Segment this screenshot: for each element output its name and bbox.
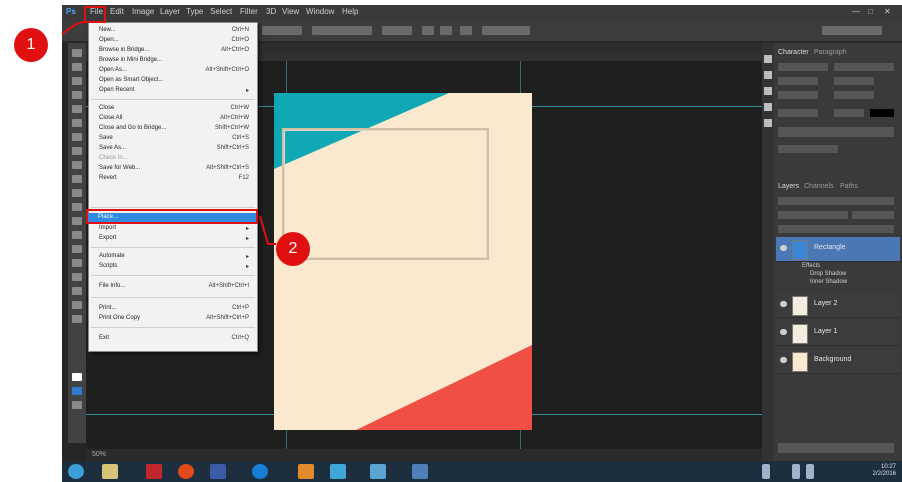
annotation-arrows xyxy=(61,21,276,245)
callout-2: 2 xyxy=(276,232,310,266)
callout-1: 1 xyxy=(14,28,48,62)
callout-2-arrow xyxy=(259,215,276,245)
highlight-box-file-menu xyxy=(84,6,106,23)
highlight-box-place-item xyxy=(86,209,258,224)
callout-1-arrow xyxy=(61,21,85,35)
